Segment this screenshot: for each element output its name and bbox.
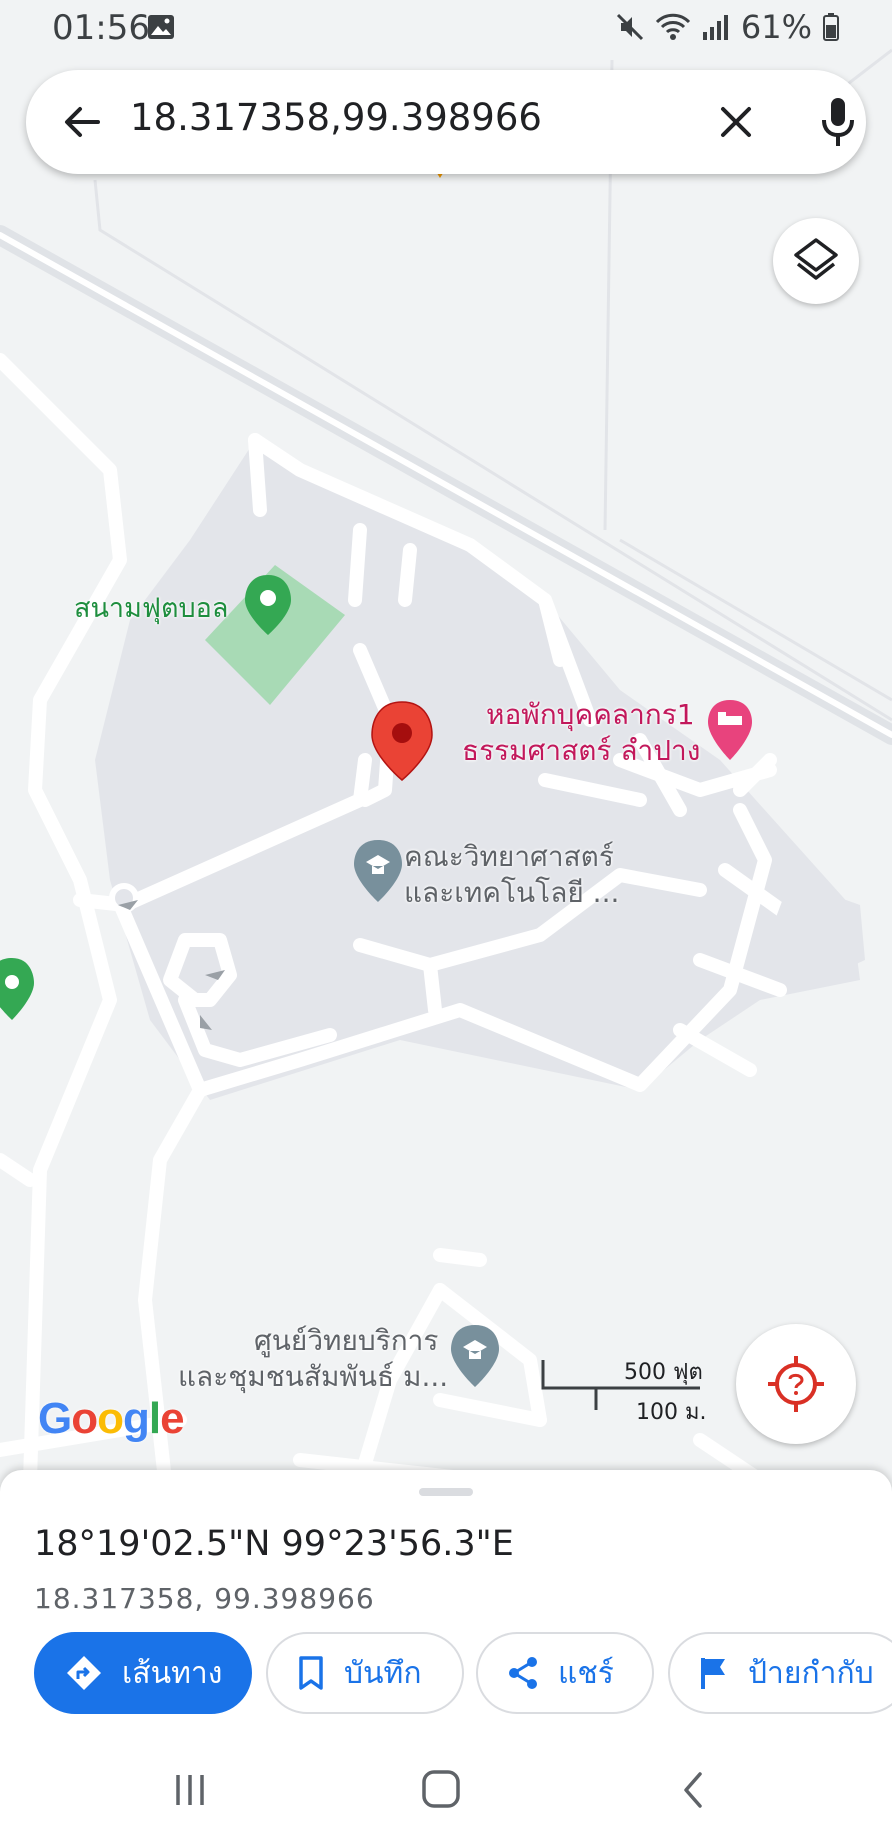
bookmark-icon [299,1656,323,1690]
share-label: แชร์ [558,1655,614,1691]
gallery-notification-icon [148,15,174,39]
share-icon [509,1657,537,1689]
place-bottom-sheet[interactable]: 18°19'02.5"N 99°23'56.3"E 18.317358, 99.… [0,1470,892,1740]
label-label: ป้ายกำกับ [748,1655,874,1691]
home-icon[interactable] [420,1768,462,1810]
scale-meters-label: 100 ม. [636,1400,707,1425]
google-logo: Google [38,1394,185,1443]
my-location-button[interactable] [736,1324,856,1444]
directions-icon [67,1656,101,1690]
system-nav-bar [0,1740,892,1834]
signal-icon [702,15,728,40]
dorm-label-line2[interactable]: ธรรมศาสตร์ ลำปาง [462,734,700,768]
directions-button[interactable]: เส้นทาง [34,1632,252,1714]
football-field-label[interactable]: สนามฟุตบอล [74,592,228,626]
save-button[interactable]: บันทึก [266,1632,464,1714]
clear-icon[interactable] [712,98,760,146]
recents-icon[interactable] [172,1772,208,1808]
label-button[interactable]: ป้ายกำกับ [668,1632,892,1714]
back-nav-icon[interactable] [678,1770,708,1810]
battery-icon [823,13,839,41]
directions-label: เส้นทาง [122,1655,223,1691]
center-label-line1[interactable]: ศูนย์วิทยบริการ [254,1324,438,1358]
scale-feet-label: 500 ฟุต [624,1360,703,1385]
flag-icon [701,1658,725,1689]
back-arrow-icon[interactable] [58,98,106,146]
search-bar[interactable]: 18.317358,99.398966 [26,70,866,174]
mic-icon[interactable] [814,94,862,150]
status-bar: 01:56 61% [0,0,892,54]
wifi-icon [655,13,690,40]
sheet-drag-handle[interactable] [419,1488,473,1496]
mute-icon [616,13,643,41]
coordinates-dms: 18°19'02.5"N 99°23'56.3"E [34,1524,514,1564]
layers-icon [794,238,838,280]
coordinates-decimal: 18.317358, 99.398966 [34,1582,375,1615]
center-label-line2[interactable]: และชุมชนสัมพันธ์ ม... [178,1360,448,1394]
faculty-label-line1[interactable]: คณะวิทยาศาสตร์ [404,840,614,874]
search-query[interactable]: 18.317358,99.398966 [130,96,542,139]
save-label: บันทึก [344,1655,422,1691]
share-button[interactable]: แชร์ [476,1632,654,1714]
dorm-label-line1[interactable]: หอพักบุคคลากร1 [486,698,695,732]
my-location-icon [768,1356,824,1412]
status-time: 01:56 [52,8,150,48]
battery-percent: 61% [740,8,812,46]
layers-button[interactable] [773,218,859,304]
faculty-label-line2[interactable]: และเทคโนโลยี ... [404,876,619,910]
map-canvas[interactable] [0,0,892,1480]
